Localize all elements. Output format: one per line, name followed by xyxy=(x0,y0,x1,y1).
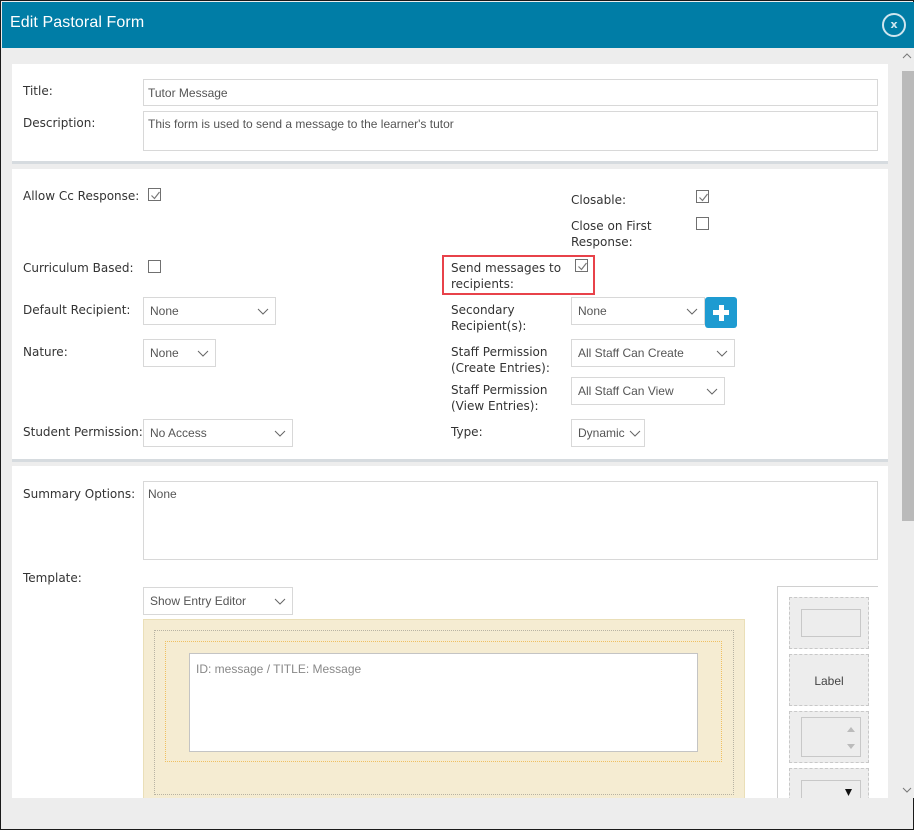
settings-panel: Allow Cc Response: Curriculum Based: Def… xyxy=(12,169,888,462)
nature-select[interactable]: None xyxy=(143,339,216,367)
chevron-down-icon xyxy=(686,308,698,315)
allow-cc-response-label: Allow Cc Response: xyxy=(23,189,140,203)
chevron-down-icon xyxy=(629,430,641,437)
send-messages-label-line1: Send messages to xyxy=(451,261,562,275)
nature-label: Nature: xyxy=(23,345,68,359)
staff-permission-view-select[interactable]: All Staff Can View xyxy=(571,377,725,405)
staff-permission-view-label-line2: (View Entries): xyxy=(451,399,539,413)
staff-permission-create-label-line1: Staff Permission xyxy=(451,345,548,359)
close-on-first-response-label-line1: Close on First xyxy=(571,219,652,233)
send-messages-checkbox[interactable] xyxy=(575,259,588,272)
close-on-first-response-label: Close on First Response: xyxy=(571,218,652,250)
closable-label: Closable: xyxy=(571,193,627,207)
chevron-down-icon xyxy=(716,350,728,357)
template-label: Template: xyxy=(23,571,82,585)
textbox-preview xyxy=(801,609,861,637)
chevron-down-icon xyxy=(274,430,286,437)
summary-options-label: Summary Options: xyxy=(23,487,136,501)
description-label: Description: xyxy=(23,116,96,130)
label-tool-text: Label xyxy=(814,674,844,688)
spinner-preview xyxy=(801,717,861,757)
dialog-titlebar: Edit Pastoral Form x xyxy=(2,2,914,48)
secondary-recipients-label: Secondary Recipient(s): xyxy=(451,302,526,334)
send-messages-label: Send messages to recipients: xyxy=(451,260,561,292)
template-mode-select[interactable]: Show Entry Editor xyxy=(143,587,293,615)
scrollbar-thumb[interactable] xyxy=(902,71,914,521)
staff-permission-create-select[interactable]: All Staff Can Create xyxy=(571,339,735,367)
student-permission-value: No Access xyxy=(150,426,207,440)
student-permission-label: Student Permission: xyxy=(23,425,143,439)
basic-info-panel: Title: Tutor Message Description: This f… xyxy=(12,64,888,164)
edit-pastoral-form-dialog: Edit Pastoral Form x Title: Tutor Messag… xyxy=(0,0,914,830)
close-on-first-response-checkbox[interactable] xyxy=(696,217,709,230)
title-input[interactable]: Tutor Message xyxy=(143,79,878,106)
number-spinner-tool[interactable] xyxy=(789,711,869,763)
dropdown-preview xyxy=(801,780,861,798)
textbox-tool[interactable] xyxy=(789,597,869,649)
field-toolbox: Label xyxy=(777,586,878,798)
chevron-down-icon xyxy=(274,598,286,605)
secondary-recipients-label-line1: Secondary xyxy=(451,303,515,317)
send-messages-label-line2: recipients: xyxy=(451,277,514,291)
check-icon xyxy=(151,191,160,200)
title-label: Title: xyxy=(23,84,53,98)
close-on-first-response-label-line2: Response: xyxy=(571,235,633,249)
student-permission-select[interactable]: No Access xyxy=(143,419,293,447)
description-input[interactable]: This form is used to send a message to t… xyxy=(143,111,878,151)
scroll-down-icon[interactable] xyxy=(900,782,914,798)
staff-permission-create-value: All Staff Can Create xyxy=(578,346,684,360)
check-icon xyxy=(699,193,708,202)
add-secondary-recipient-button[interactable] xyxy=(705,297,737,328)
curriculum-based-checkbox[interactable] xyxy=(148,260,161,273)
chevron-down-icon xyxy=(706,388,718,395)
template-canvas[interactable]: ID: message / TITLE: Message xyxy=(143,619,745,798)
chevron-down-icon xyxy=(257,308,269,315)
secondary-recipients-select[interactable]: None xyxy=(571,297,705,325)
dialog-title: Edit Pastoral Form xyxy=(10,14,145,31)
default-recipient-select[interactable]: None xyxy=(143,297,276,325)
staff-permission-view-value: All Staff Can View xyxy=(578,384,674,398)
scroll-up-icon[interactable] xyxy=(900,48,914,64)
staff-permission-view-label: Staff Permission (View Entries): xyxy=(451,382,547,414)
template-mode-value: Show Entry Editor xyxy=(150,594,247,608)
secondary-recipients-label-line2: Recipient(s): xyxy=(451,319,527,333)
staff-permission-create-label: Staff Permission (Create Entries): xyxy=(451,344,550,376)
type-label: Type: xyxy=(451,425,483,439)
staff-permission-view-label-line1: Staff Permission xyxy=(451,383,548,397)
dropdown-arrow-icon xyxy=(845,789,852,796)
type-select[interactable]: Dynamic xyxy=(571,419,645,447)
closable-checkbox[interactable] xyxy=(696,190,709,203)
type-value: Dynamic xyxy=(578,426,625,440)
dialog-content: Title: Tutor Message Description: This f… xyxy=(2,48,900,798)
allow-cc-response-checkbox[interactable] xyxy=(148,188,161,201)
vertical-scrollbar[interactable] xyxy=(900,48,914,798)
chevron-down-icon xyxy=(197,350,209,357)
spin-down-icon xyxy=(847,744,855,749)
default-recipient-value: None xyxy=(150,304,179,318)
staff-permission-create-label-line2: (Create Entries): xyxy=(451,361,550,375)
nature-value: None xyxy=(150,346,179,360)
entry-field[interactable]: ID: message / TITLE: Message xyxy=(189,653,698,752)
template-panel: Summary Options: None Template: Show Ent… xyxy=(12,466,888,798)
dropdown-tool[interactable] xyxy=(789,768,869,798)
curriculum-based-label: Curriculum Based: xyxy=(23,261,134,275)
secondary-recipients-value: None xyxy=(578,304,607,318)
summary-options-input[interactable]: None xyxy=(143,481,878,560)
close-icon[interactable]: x xyxy=(882,13,906,37)
default-recipient-label: Default Recipient: xyxy=(23,303,131,317)
check-icon xyxy=(578,262,587,271)
spin-up-icon xyxy=(847,727,855,732)
label-tool[interactable]: Label xyxy=(789,654,869,706)
